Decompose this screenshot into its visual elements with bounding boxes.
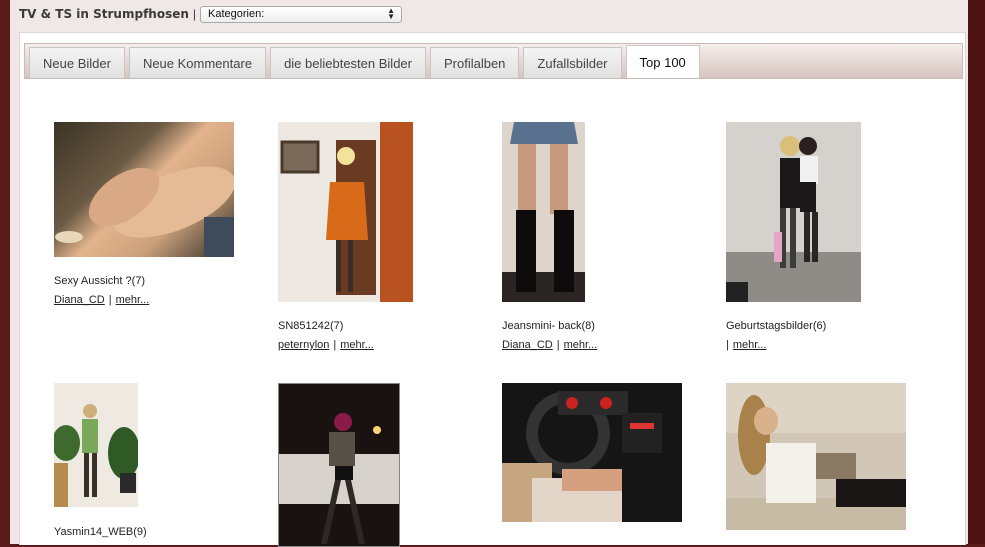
item-meta: Diana_CD | mehr... (54, 294, 149, 306)
item-title: Yasmin14_WEB(9) (54, 526, 147, 538)
user-link[interactable]: peternylon (278, 339, 329, 351)
item-title: Sexy Aussicht ?(7) (54, 275, 146, 287)
more-link[interactable]: mehr... (340, 339, 374, 351)
meta-separator: | (333, 339, 337, 351)
gallery-item (278, 383, 400, 547)
tab-profilalben[interactable]: Profilalben (429, 47, 520, 78)
meta-separator: | (726, 339, 729, 351)
page: TV & TS in Strumpfhosen | Kategorien: ▲ ▼… (10, 0, 968, 547)
item-meta: | mehr... (726, 339, 766, 351)
meta-separator: | (556, 339, 560, 351)
thumbnail-image[interactable] (278, 122, 413, 302)
category-select[interactable]: Kategorien: ▲ ▼ (200, 5, 403, 23)
tab-beliebteste-bilder[interactable]: die beliebtesten Bilder (270, 47, 426, 78)
tab-top-100[interactable]: Top 100 (625, 45, 700, 78)
gallery-item: Yasmin14_WEB(9) (54, 383, 147, 538)
gallery-item: Sexy Aussicht ?(7) Diana_CD | mehr... (54, 122, 234, 306)
user-link[interactable]: Diana_CD (502, 339, 553, 351)
site-title: TV & TS in Strumpfhosen (19, 7, 189, 21)
select-arrows-icon: ▲ ▼ (387, 6, 396, 21)
gallery-item: Geburtstagsbilder(6) | mehr... (726, 122, 861, 351)
user-link[interactable]: Diana_CD (54, 294, 105, 306)
thumbnail-image[interactable] (726, 122, 861, 302)
thumbnail-image[interactable] (502, 122, 585, 302)
item-title: Geburtstagsbilder(6) (726, 320, 827, 332)
gallery-item: Jeansmini- back(8) Diana_CD | mehr... (502, 122, 597, 351)
more-link[interactable]: mehr... (733, 339, 767, 351)
page-border-left (0, 0, 10, 544)
thumbnail-image[interactable] (502, 383, 682, 522)
gallery-item (726, 383, 906, 530)
tab-zufallsbilder[interactable]: Zufallsbilder (523, 47, 622, 78)
gallery-item (502, 383, 682, 522)
tab-neue-kommentare[interactable]: Neue Kommentare (128, 47, 267, 78)
tab-bar: Neue Bilder Neue Kommentare die beliebte… (24, 43, 963, 79)
thumbnail-image[interactable] (726, 383, 906, 530)
item-title: SN851242(7) (278, 320, 344, 332)
gallery-panel: Neue Bilder Neue Kommentare die beliebte… (19, 32, 966, 547)
category-select-value: Kategorien: (208, 8, 265, 20)
tab-neue-bilder[interactable]: Neue Bilder (29, 47, 125, 78)
thumbnail-image[interactable] (278, 383, 400, 547)
item-meta: peternylon | mehr... (278, 339, 374, 351)
more-link[interactable]: mehr... (564, 339, 598, 351)
thumbnail-image[interactable] (54, 122, 234, 257)
item-meta: Diana_CD | mehr... (502, 339, 597, 351)
header-bar: TV & TS in Strumpfhosen | Kategorien: ▲ ▼ (10, 0, 968, 28)
item-title: Jeansmini- back(8) (502, 320, 595, 332)
gallery-item: SN851242(7) peternylon | mehr... (278, 122, 413, 351)
meta-separator: | (108, 294, 112, 306)
more-link[interactable]: mehr... (116, 294, 150, 306)
page-border-right (968, 0, 985, 544)
thumbnail-image[interactable] (54, 383, 138, 507)
title-separator: | (192, 7, 197, 21)
